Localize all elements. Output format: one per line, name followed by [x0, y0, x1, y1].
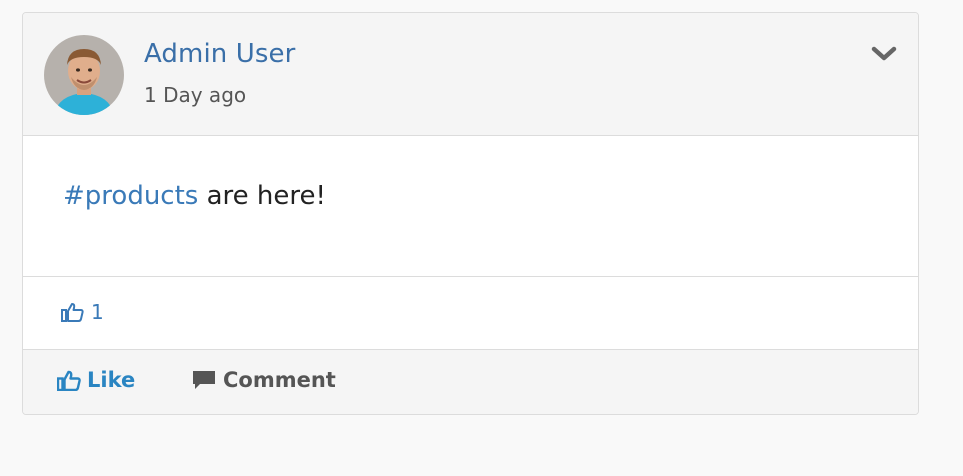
avatar[interactable] — [44, 35, 124, 115]
comment-icon — [193, 371, 215, 389]
like-count: 1 — [91, 300, 104, 324]
avatar-image — [44, 35, 124, 115]
chevron-down-icon — [871, 46, 897, 61]
thumbs-up-icon — [61, 303, 84, 322]
comment-button-label: Comment — [223, 368, 336, 392]
post-content: #products are here! — [63, 181, 326, 211]
likes-summary: 1 — [23, 277, 918, 350]
post-card: Admin User 1 Day ago #products are here!… — [22, 12, 919, 415]
like-button[interactable]: Like — [57, 368, 135, 392]
post-timestamp: 1 Day ago — [144, 83, 247, 107]
hashtag-link[interactable]: #products — [63, 181, 198, 211]
post-header: Admin User 1 Day ago — [23, 13, 918, 136]
post-body: #products are here! — [23, 136, 918, 277]
author-name[interactable]: Admin User — [144, 39, 295, 69]
like-count-button[interactable]: 1 — [61, 300, 104, 324]
post-text: are here! — [198, 181, 326, 211]
comment-button[interactable]: Comment — [191, 368, 336, 392]
post-actions: Like Comment — [23, 350, 918, 414]
post-menu-button[interactable] — [870, 43, 898, 65]
like-button-label: Like — [87, 368, 136, 392]
thumbs-up-icon — [57, 370, 81, 391]
